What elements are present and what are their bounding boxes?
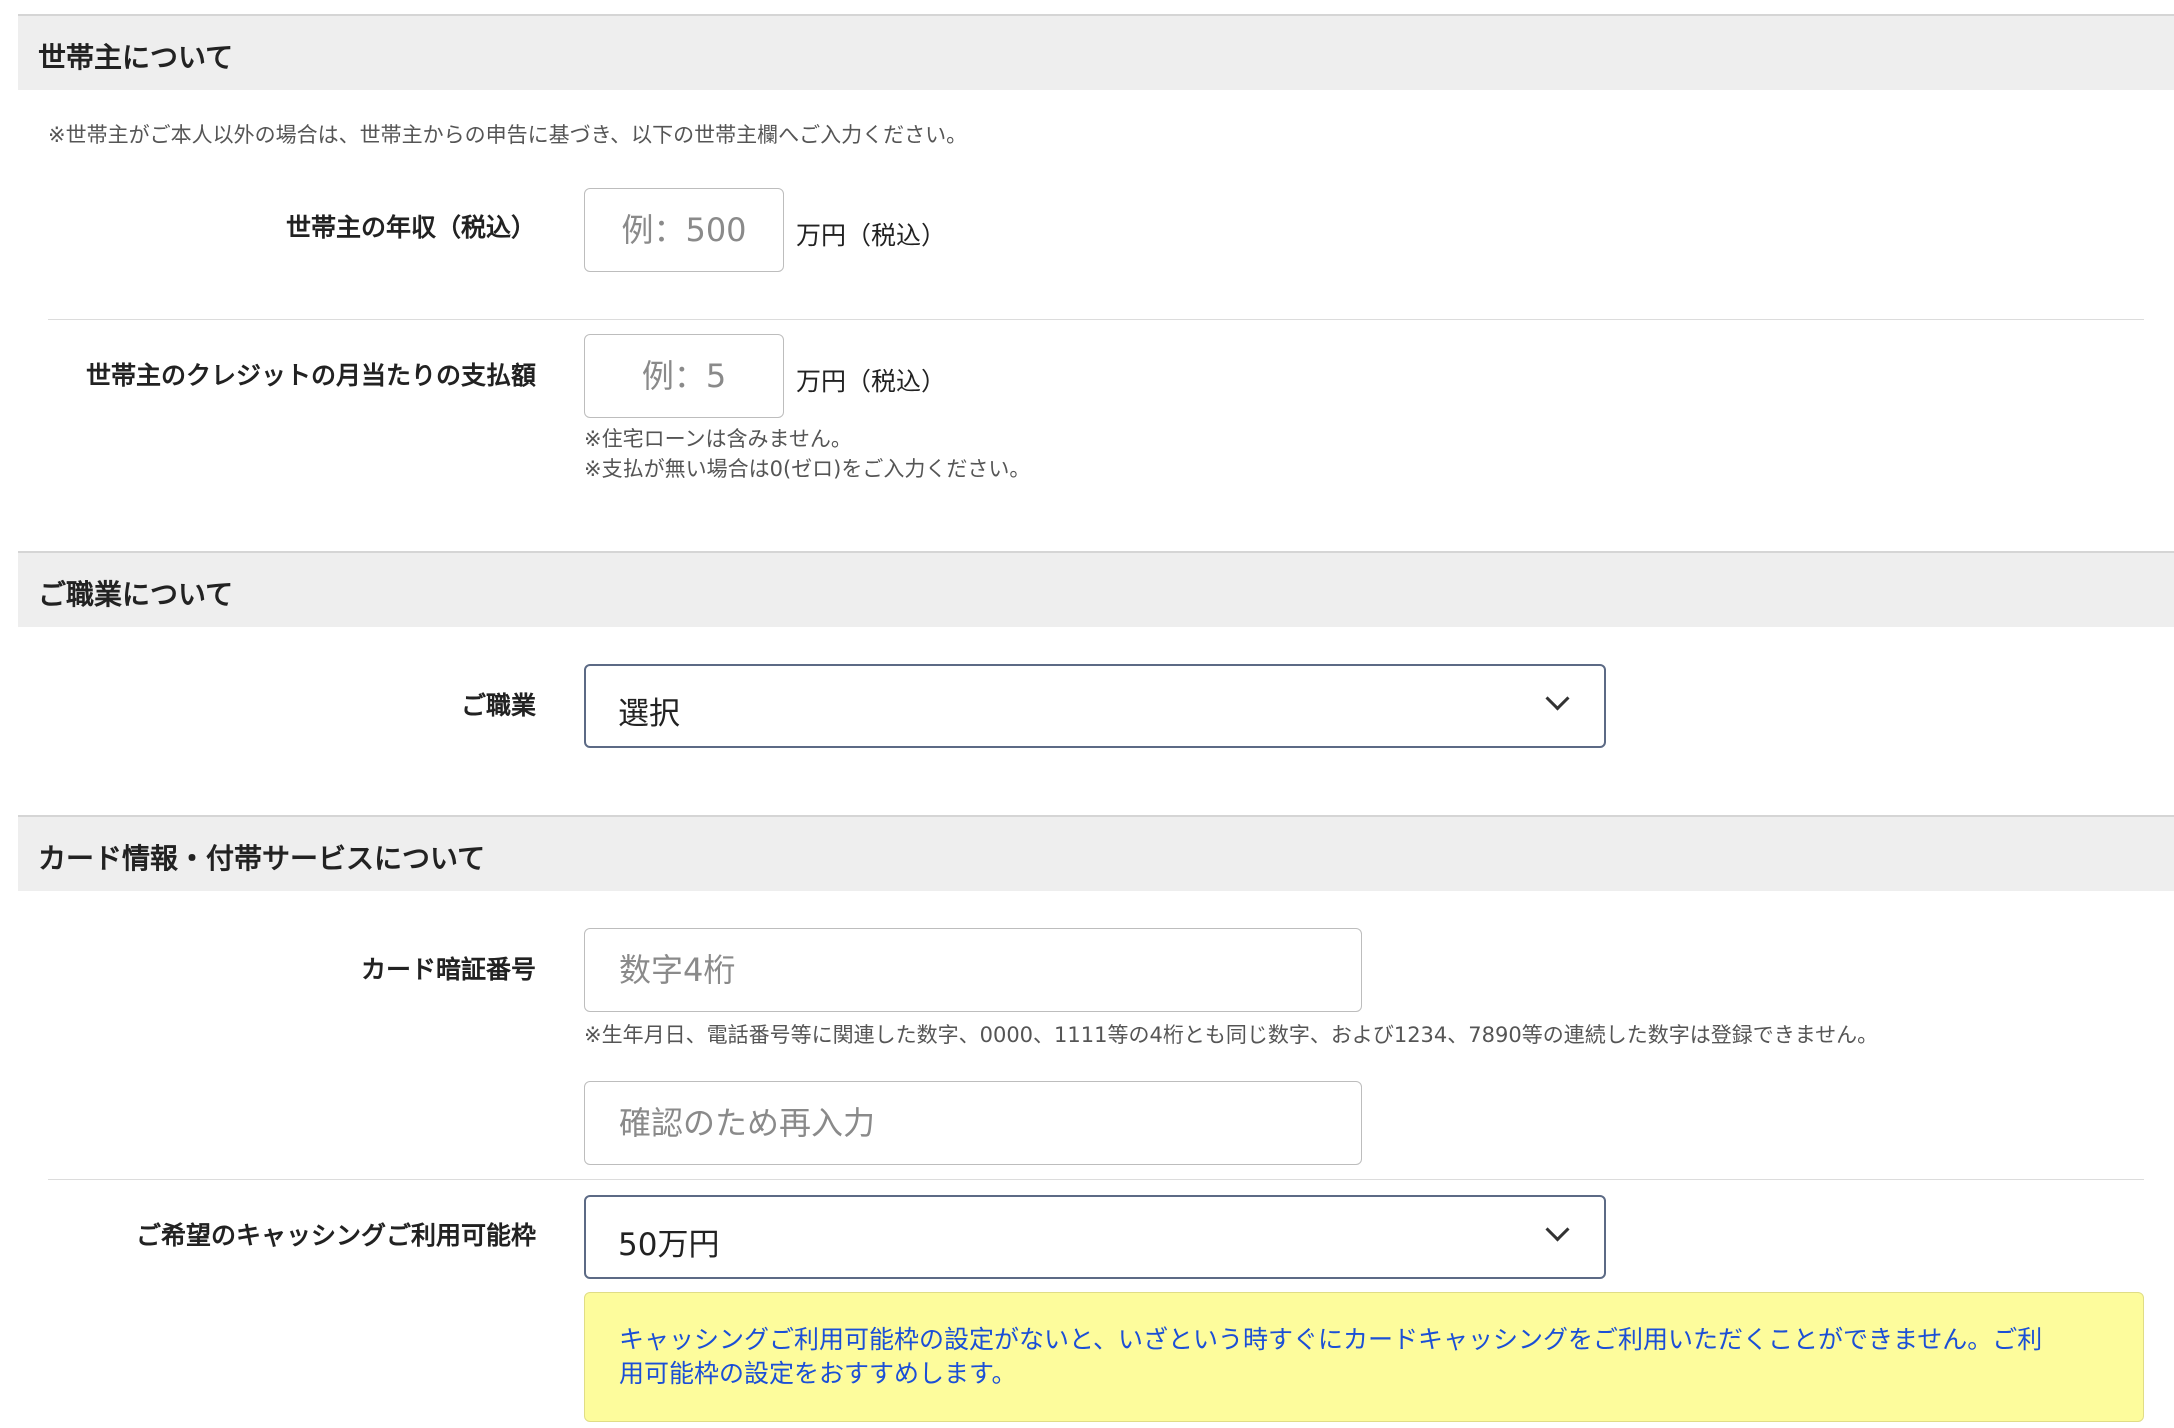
occupation-label: ご職業 xyxy=(460,691,536,720)
divider xyxy=(48,1179,2144,1180)
household-income-input[interactable] xyxy=(584,188,784,272)
cashing-limit-select[interactable]: 50万円 xyxy=(584,1195,1606,1279)
household-credit-label: 世帯主のクレジットの月当たりの支払額 xyxy=(85,361,536,390)
household-income-label: 世帯主の年収（税込） xyxy=(285,213,536,242)
card-section-header: カード情報・付帯サービスについて xyxy=(18,815,2174,891)
household-section-title: 世帯主について xyxy=(38,41,234,74)
household-credit-note-2: ※支払が無い場合は0(ゼロ)をご入力ください。 xyxy=(584,457,1031,481)
pin-input[interactable] xyxy=(584,928,1362,1012)
household-credit-note-1: ※住宅ローンは含みません。 xyxy=(584,427,852,451)
occupation-section-title: ご職業について xyxy=(38,578,234,611)
pin-label: カード暗証番号 xyxy=(360,955,536,984)
divider xyxy=(48,319,2144,320)
household-note: ※世帯主がご本人以外の場合は、世帯主からの申告に基づき、以下の世帯主欄へご入力く… xyxy=(48,123,968,147)
chevron-down-icon xyxy=(1545,686,1570,711)
pin-note: ※生年月日、電話番号等に関連した数字、0000、1111等の4桁とも同じ数字、お… xyxy=(584,1023,1879,1047)
occupation-select-value: 選択 xyxy=(618,696,680,732)
cashing-notice-line-1: キャッシングご利用可能枠の設定がないと、いざという時すぐにカードキャッシングをご… xyxy=(619,1325,2043,1354)
cashing-notice: キャッシングご利用可能枠の設定がないと、いざという時すぐにカードキャッシングをご… xyxy=(584,1292,2144,1422)
occupation-section-header: ご職業について xyxy=(18,551,2174,627)
pin-confirm-input[interactable] xyxy=(584,1081,1362,1165)
household-credit-unit: 万円（税込） xyxy=(796,367,947,396)
occupation-select[interactable]: 選択 xyxy=(584,664,1606,748)
chevron-down-icon xyxy=(1545,1217,1570,1242)
cashing-notice-line-2: 用可能枠の設定をおすすめします。 xyxy=(619,1359,1017,1388)
cashing-limit-label: ご希望のキャッシングご利用可能枠 xyxy=(135,1221,536,1250)
household-credit-input[interactable] xyxy=(584,334,784,418)
cashing-limit-select-value: 50万円 xyxy=(618,1227,720,1263)
household-section-header: 世帯主について xyxy=(18,14,2174,90)
card-section-title: カード情報・付帯サービスについて xyxy=(38,842,486,875)
household-income-unit: 万円（税込） xyxy=(796,221,947,250)
application-form: 世帯主について ※世帯主がご本人以外の場合は、世帯主からの申告に基づき、以下の世… xyxy=(0,0,2174,1428)
